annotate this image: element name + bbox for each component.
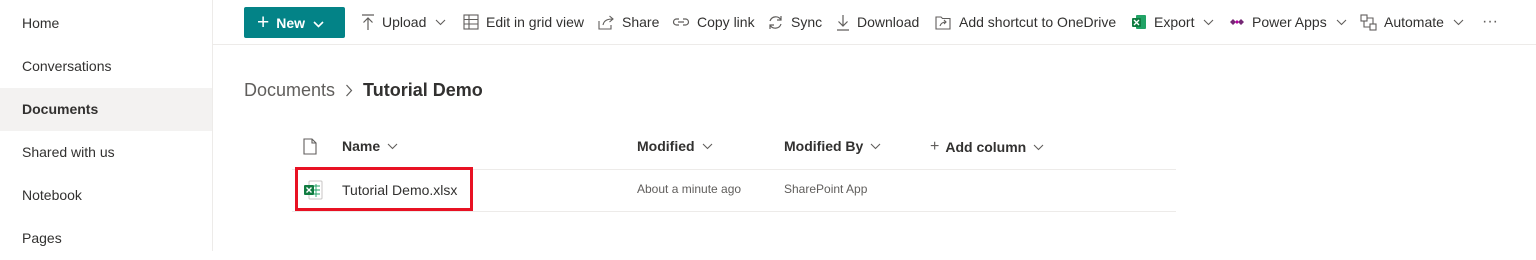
export-label: Export [1154,14,1195,30]
row-divider [292,211,1176,212]
chevron-down-icon [435,19,446,26]
chevron-down-icon [1033,144,1044,151]
nav-item-notebook[interactable]: Notebook [0,174,212,217]
chevron-down-icon [1336,19,1347,26]
chevron-down-icon [702,143,713,150]
automate-label: Automate [1384,14,1444,30]
add-column-button[interactable]: + Add column [930,138,1044,156]
copy-link-button[interactable]: Copy link [672,0,755,44]
highlight-box [295,167,473,211]
copy-link-label: Copy link [697,14,755,30]
column-header-modified-label: Modified [637,138,695,154]
link-icon [672,16,690,28]
nav-item-conversations[interactable]: Conversations [0,45,212,88]
grid-icon [463,14,479,30]
chevron-right-icon [345,84,353,97]
plus-icon: + [257,11,270,34]
power-apps-icon [1229,16,1245,28]
sync-button[interactable]: Sync [767,0,822,44]
more-options-button[interactable]: ··· [1482,0,1498,44]
plus-icon: + [930,138,940,155]
share-icon [598,15,615,30]
chevron-down-icon [387,143,398,150]
chevron-down-icon [1453,19,1464,26]
edit-in-grid-view-button[interactable]: Edit in grid view [463,0,584,44]
add-column-label: Add column [945,139,1027,155]
chevron-down-icon [1203,19,1214,26]
breadcrumb-current-folder: Tutorial Demo [363,80,483,100]
share-button[interactable]: Share [598,0,659,44]
column-header-modified-by[interactable]: Modified By [784,138,881,154]
automate-icon [1360,13,1377,31]
edit-in-grid-view-label: Edit in grid view [486,14,585,30]
add-shortcut-to-onedrive-button[interactable]: Add shortcut to OneDrive [935,0,1116,44]
power-apps-label: Power Apps [1252,14,1327,30]
power-apps-button[interactable]: Power Apps [1229,0,1347,44]
nav-item-shared-with-us[interactable]: Shared with us [0,131,212,174]
export-button[interactable]: Export [1131,0,1214,44]
nav-item-pages[interactable]: Pages [0,217,212,260]
new-button-label: New [276,14,306,31]
sync-icon [767,14,784,31]
file-type-header-icon[interactable] [303,138,317,155]
shortcut-icon [935,14,952,31]
share-label: Share [622,14,660,30]
left-navigation: Home Conversations Documents Shared with… [0,0,213,251]
column-header-modified[interactable]: Modified [637,138,713,154]
file-modified: About a minute ago [637,182,742,196]
download-label: Download [857,14,920,30]
breadcrumb-documents[interactable]: Documents [244,80,335,101]
nav-item-home[interactable]: Home [0,2,212,45]
more-icon: ··· [1482,13,1498,30]
breadcrumb: Documents Tutorial Demo [244,80,483,101]
nav-item-documents[interactable]: Documents [0,88,212,131]
excel-icon [1131,14,1147,30]
upload-icon [361,13,375,31]
download-button[interactable]: Download [836,0,919,44]
file-modified-by: SharePoint App [784,182,868,196]
column-header-name-label: Name [342,138,381,154]
column-header-name[interactable]: Name [342,138,398,154]
upload-label: Upload [382,14,427,30]
new-button[interactable]: + New [244,7,345,38]
command-bar: + New Upload Edit in grid view Share Cop… [213,0,1536,45]
chevron-down-icon [870,143,881,150]
chevron-down-icon [313,15,324,31]
download-icon [836,14,850,31]
add-shortcut-label: Add shortcut to OneDrive [959,14,1117,30]
upload-button[interactable]: Upload [361,0,446,44]
sync-label: Sync [791,14,823,30]
column-header-modified-by-label: Modified By [784,138,864,154]
automate-button[interactable]: Automate [1360,0,1464,44]
